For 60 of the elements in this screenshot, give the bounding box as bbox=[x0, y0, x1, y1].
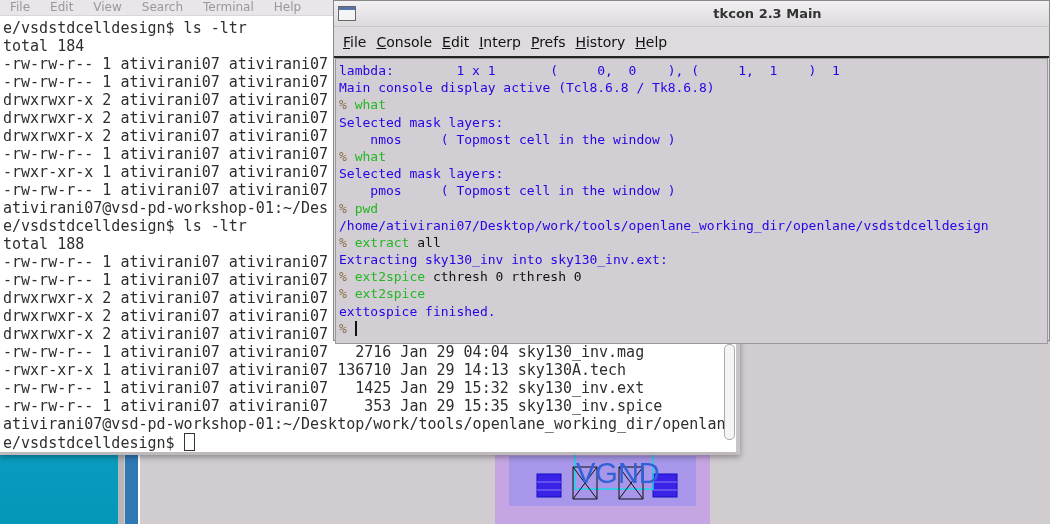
console-output: Selected mask layers: bbox=[339, 166, 504, 182]
terminal-line: -rw-rw-r-- 1 ativirani07 ativirani07 bbox=[3, 181, 329, 199]
console-output: exttospice finished. bbox=[339, 303, 496, 319]
terminal-line: total 188 bbox=[3, 235, 85, 253]
console-output: /home/ativirani07/Desktop/work/tools/openlane_working_dir/openlane/vsdstdcelldesign bbox=[339, 217, 989, 233]
command-arguments: cthresh 0 rthresh 0 bbox=[432, 269, 582, 285]
terminal-line: ativirani07@vsd-pd-workshop-01:~/Des bbox=[3, 199, 329, 217]
menu-item[interactable]: File bbox=[338, 33, 372, 50]
console-output: pmos ( Topmost cell in the window ) bbox=[369, 183, 676, 199]
window-title: tkcon 2.3 Main bbox=[712, 6, 823, 21]
scrollbar[interactable] bbox=[724, 344, 735, 440]
terminal-line: drwxrwxr-x 2 ativirani07 ativirani07 bbox=[3, 289, 329, 307]
terminal-line: -rwxr-xr-x 1 ativirani07 ativirani07 136710 Jan 29 14:13 sky130A.tech bbox=[3, 361, 627, 379]
terminal-line: -rw-rw-r-- 1 ativirani07 ativirani07 bbox=[3, 253, 329, 271]
terminal-line: -rw-rw-r-- 1 ativirani07 ativirani07 bbox=[3, 271, 329, 289]
console-prompt: % bbox=[339, 286, 347, 302]
terminal-line: ativirani07@vsd-pd-workshop-01:~/Desktop/work/tools/openlane_working_dir/openlan bbox=[3, 415, 726, 433]
menu-item[interactable]: Console bbox=[371, 33, 438, 50]
terminal-line: -rw-rw-r-- 1 ativirani07 ativirani07 2716 Jan 29 04:04 sky130_inv.mag bbox=[3, 343, 645, 361]
terminal-line: -rw-rw-r-- 1 ativirani07 ativirani07 1425 Jan 29 15:32 sky130_inv.ext bbox=[3, 379, 645, 397]
console-command: ext2spice bbox=[354, 286, 426, 302]
cursor-icon bbox=[183, 433, 195, 451]
terminal-line: drwxrwxr-x 2 ativirani07 ativirani07 bbox=[3, 109, 329, 127]
terminal-line: drwxrwxr-x 2 ativirani07 ativirani07 bbox=[3, 127, 329, 145]
console-output: Selected mask layers: bbox=[339, 114, 504, 130]
menu-item[interactable]: Help bbox=[630, 33, 673, 50]
console-command: what bbox=[354, 148, 386, 164]
menu-item[interactable]: Prefs bbox=[525, 33, 571, 50]
terminal-prompt: e/vsdstdcelldesign$ bbox=[3, 434, 175, 452]
terminal-line: -rw-rw-r-- 1 ativirani07 ativirani07 353 Jan 29 15:35 sky130_inv.spice bbox=[3, 397, 663, 415]
console-output: Extracting sky130_inv into sky130_inv.ext: bbox=[339, 252, 668, 268]
console-command: pwd bbox=[354, 200, 379, 216]
console-prompt: % bbox=[339, 148, 347, 164]
console-command: what bbox=[354, 97, 386, 113]
console-prompt: % bbox=[339, 234, 347, 250]
console-output: Main console display active (Tcl8.6.8 / Tk8.6.8) bbox=[339, 80, 715, 96]
terminal-line: -rw-rw-r-- 1 ativirani07 ativirani07 bbox=[3, 145, 329, 163]
menu-item[interactable]: History bbox=[570, 33, 631, 50]
text-cursor-icon bbox=[354, 320, 357, 336]
terminal-line: drwxrwxr-x 2 ativirani07 ativirani07 bbox=[3, 307, 329, 325]
terminal-line: -rw-rw-r-- 1 ativirani07 ativirani07 bbox=[3, 73, 329, 91]
terminal-line: drwxrwxr-x 2 ativirani07 ativirani07 bbox=[3, 325, 329, 343]
console-prompt: % bbox=[339, 200, 347, 216]
console-prompt: % bbox=[339, 320, 347, 336]
terminal-line: e/vsdstdcelldesign$ ls -ltr bbox=[3, 19, 247, 37]
menu-item[interactable]: Interp bbox=[474, 33, 526, 50]
window-menu-icon[interactable] bbox=[338, 6, 356, 21]
command-arguments: all bbox=[417, 234, 441, 250]
terminal-line: e/vsdstdcelldesign$ ls -ltr bbox=[3, 217, 247, 235]
console-output: lambda: 1 x 1 ( 0, 0 ), ( 1, 1 ) 1 bbox=[339, 63, 840, 78]
console-command: ext2spice bbox=[354, 269, 426, 285]
console-output: nmos ( Topmost cell in the window ) bbox=[369, 131, 676, 147]
terminal-line: drwxrwxr-x 2 ativirani07 ativirani07 bbox=[3, 91, 329, 109]
terminal-line: -rw-rw-r-- 1 ativirani07 ativirani07 bbox=[3, 55, 329, 73]
menu-item[interactable]: Edit bbox=[437, 33, 475, 50]
console-prompt: % bbox=[339, 97, 347, 113]
terminal-line: total 184 bbox=[3, 37, 85, 55]
console-command: extract bbox=[354, 234, 410, 250]
console-prompt: % bbox=[339, 269, 347, 285]
terminal-line: -rwxr-xr-x 1 ativirani07 ativirani07 bbox=[3, 163, 329, 181]
